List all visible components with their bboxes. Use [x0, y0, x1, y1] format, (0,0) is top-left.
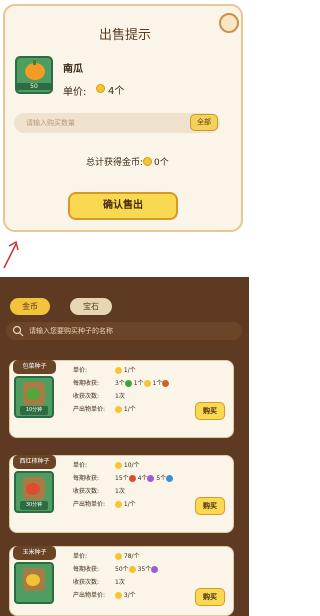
yield-value: 5个 [156, 475, 167, 482]
corn-icon [26, 574, 40, 586]
tab-gems[interactable]: 宝石 [70, 298, 112, 315]
buy-button[interactable]: 购买 [195, 588, 225, 606]
coin-icon [115, 406, 122, 413]
price-label: 单价: [63, 87, 87, 98]
yield-label: 每期收获: [73, 380, 100, 387]
seed-time: 30分钟 [20, 501, 48, 510]
melon-icon [124, 380, 132, 387]
item-name: 南瓜 [63, 64, 83, 75]
harvest-count-label: 收获次数: [73, 393, 100, 400]
produce-price-label: 产出物单价: [73, 501, 106, 508]
coin-icon [96, 84, 105, 93]
seed-image: 30分钟 [14, 471, 54, 513]
harvest-count-label: 收获次数: [73, 488, 100, 495]
total-value: 0个 [154, 158, 169, 168]
tomato-icon [26, 483, 40, 495]
total-label: 总计获得金币: [86, 158, 144, 168]
seed-name: 西红柿种子 [13, 455, 56, 469]
price-value: 4个 [108, 86, 125, 97]
seed-time: 10分钟 [20, 406, 48, 415]
coin-icon [115, 367, 122, 374]
confirm-sell-button[interactable]: 确认售出 [68, 192, 178, 220]
produce-price-label: 产出物单价: [73, 406, 106, 413]
seed-card: 玉米种子 单价: 78/个 每期收获: 50个 35个 收获次数: 1次 产出物… [9, 546, 234, 616]
price-value: 10/个 [123, 462, 140, 469]
yield-value: 50个 [115, 566, 129, 573]
star-icon [151, 566, 159, 573]
star-icon [147, 475, 155, 482]
seed-card: 包菜种子 10分钟 单价: 1/个 每期收获: 3个 1个 1个 收获次数: 1… [9, 360, 234, 438]
coin-icon [115, 462, 122, 469]
yield-value: 15个 [115, 475, 129, 482]
seed-card: 西红柿种子 30分钟 单价: 10/个 每期收获: 15个 4个 5个 收获次数… [9, 455, 234, 533]
close-icon[interactable] [219, 13, 239, 33]
tab-coins[interactable]: 金币 [10, 298, 50, 315]
produce-price: 1/个 [123, 406, 136, 413]
seed-image: 10分钟 [14, 376, 54, 418]
arrow-icon [3, 240, 19, 269]
harvest-count: 1次 [115, 579, 125, 586]
item-count: 50 [17, 83, 51, 90]
tomato-icon [128, 475, 136, 482]
price-value: 1/个 [123, 367, 136, 374]
item-card: 50 [15, 56, 53, 94]
yield-label: 每期收获: [73, 475, 100, 482]
harvest-count: 1次 [115, 488, 125, 495]
search-placeholder: 请输入您要购买种子的名称 [29, 327, 113, 335]
seed-name: 玉米种子 [13, 546, 56, 560]
quantity-placeholder: 请输入购买数量 [26, 119, 75, 127]
seed-image [14, 562, 54, 604]
sell-dialog-title: 出售提示 [98, 28, 151, 43]
coin-icon [115, 501, 122, 508]
yield-label: 每期收获: [73, 566, 100, 573]
coin-icon [143, 380, 151, 387]
coin-icon [143, 157, 152, 166]
coin-icon [115, 592, 122, 599]
yield-value: 1个 [133, 380, 144, 387]
cabbage-icon [26, 388, 40, 400]
price-value: 78/个 [123, 553, 140, 560]
all-button[interactable]: 全部 [190, 114, 218, 131]
yield-value: 4个 [137, 475, 148, 482]
buy-button[interactable]: 购买 [195, 497, 225, 515]
water-drop-icon [166, 475, 174, 482]
produce-price: 1/个 [123, 501, 136, 508]
price-label: 单价: [73, 367, 88, 374]
harvest-count-label: 收获次数: [73, 579, 100, 586]
price-label: 单价: [73, 462, 88, 469]
produce-price: 3/个 [123, 592, 136, 599]
buy-button[interactable]: 购买 [195, 402, 225, 420]
yield-value: 35个 [137, 566, 152, 573]
coin-icon [115, 553, 122, 560]
harvest-count: 1次 [115, 393, 125, 400]
yield-value: 1个 [152, 380, 163, 387]
yield-value: 3个 [115, 380, 125, 387]
corn-icon [128, 566, 136, 573]
seed-name: 包菜种子 [13, 360, 56, 374]
search-icon [12, 325, 24, 337]
price-label: 单价: [73, 553, 88, 560]
item-icon [162, 380, 170, 387]
pumpkin-icon [25, 63, 45, 80]
pumpkin-stem [33, 60, 36, 65]
produce-price-label: 产出物单价: [73, 592, 106, 599]
